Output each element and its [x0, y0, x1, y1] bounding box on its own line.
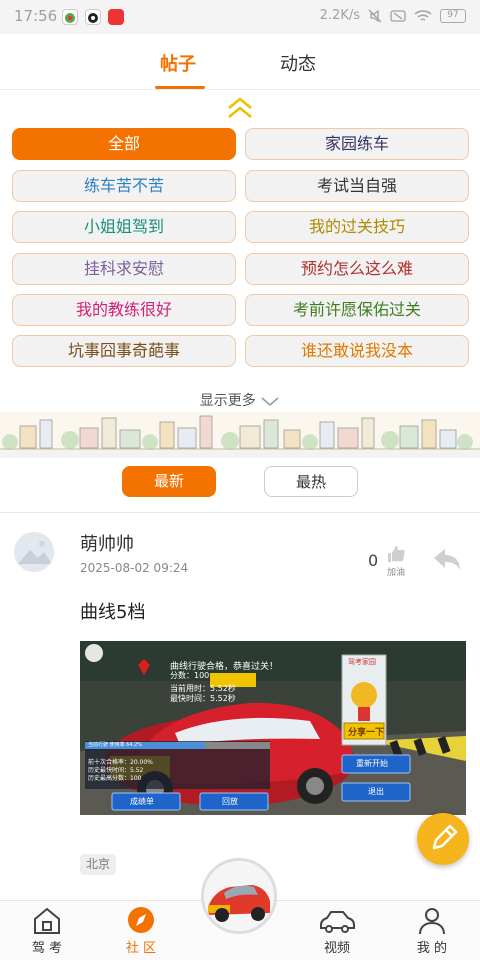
restart-button: 重新开始: [356, 759, 388, 768]
tab-posts[interactable]: 帖子: [160, 50, 196, 76]
category-wishes[interactable]: 考前许愿保佑过关: [245, 294, 469, 326]
post-title: 曲线5档: [80, 602, 146, 623]
report-button: 成绩单: [130, 797, 154, 806]
car-icon: [320, 911, 355, 933]
show-more-label: 显示更多: [199, 393, 256, 409]
mute-icon: [368, 9, 382, 22]
top-tab-bar: 帖子 动态: [0, 34, 480, 90]
app-notification-icon: [62, 9, 78, 25]
nav-label: 驾 考: [31, 941, 63, 956]
category-practice[interactable]: 家园练车: [245, 128, 469, 160]
app-notification-icon: [108, 9, 124, 25]
show-more-button[interactable]: 显示更多: [0, 390, 480, 410]
category-booking[interactable]: 预约怎么这么难: [245, 253, 469, 285]
status-right: 2.2K/s 97: [320, 8, 466, 23]
nav-label: 我 的: [416, 941, 448, 956]
nav-item-community[interactable]: 社 区: [111, 905, 171, 956]
like-label: 加油: [387, 568, 406, 578]
exit-button: 退出: [368, 787, 384, 796]
nav-item-profile[interactable]: 我 的: [402, 905, 462, 956]
tab-moments[interactable]: 动态: [280, 50, 316, 76]
category-exam[interactable]: 考试当自强: [245, 170, 469, 202]
category-coach[interactable]: 我的教练很好: [12, 294, 236, 326]
person-icon: [419, 908, 445, 935]
avatar[interactable]: [14, 532, 54, 572]
compose-button[interactable]: [417, 813, 469, 865]
divider: [0, 512, 480, 513]
sort-hottest-button[interactable]: 最热: [264, 466, 358, 497]
town-illustration: [0, 412, 480, 452]
post-date: 2025-08-02 09:24: [80, 561, 189, 575]
section-divider: [0, 450, 480, 458]
category-all[interactable]: 全部: [12, 128, 236, 160]
compass-icon: [128, 907, 154, 933]
category-failed[interactable]: 挂科求安慰: [12, 253, 236, 285]
battery-indicator: 97: [440, 8, 466, 23]
sim-icon: [390, 9, 406, 22]
badge-title: 驾考家园: [348, 658, 376, 666]
status-bar: 17:56 2.2K/s 97: [0, 0, 480, 34]
center-car-button[interactable]: [201, 858, 277, 934]
stat-best-score: 历史最高分数：100: [88, 775, 142, 782]
replay-button: 回放: [222, 797, 238, 806]
post-image[interactable]: 曲线行驶合格，恭喜过关！ 分数：100 当前用时：5.52秒 最快时间：5.52…: [80, 641, 466, 815]
share-icon[interactable]: [432, 546, 462, 572]
share-button: 分享一下: [348, 728, 385, 738]
category-hard-practice[interactable]: 练车苦不苦: [12, 170, 236, 202]
category-tips[interactable]: 我的过关技巧: [245, 211, 469, 243]
result-score: 分数：100: [170, 671, 210, 680]
network-speed: 2.2K/s: [319, 8, 360, 23]
sort-latest-button[interactable]: 最新: [122, 466, 216, 497]
like-count: 0: [368, 551, 379, 570]
nav-item-video[interactable]: 视频: [307, 905, 367, 956]
collapse-chevron-icon[interactable]: [224, 96, 256, 120]
progress-label: 当前行驶 使用率 64.2%: [88, 742, 143, 748]
nav-label: 视频: [323, 941, 350, 956]
home-icon: [34, 907, 60, 934]
category-license[interactable]: 谁还敢说我没本: [245, 335, 469, 367]
nav-label: 社 区: [125, 941, 157, 956]
location-tag: 北京: [80, 854, 117, 875]
category-lady-drivers[interactable]: 小姐姐驾到: [12, 211, 236, 243]
car-photo-icon: [204, 861, 274, 931]
wifi-icon: [414, 9, 432, 21]
chevron-down-icon: [261, 397, 279, 406]
pencil-icon: [432, 824, 458, 850]
active-tab-indicator: [155, 86, 205, 89]
community-screen: 17:56 2.2K/s 97 帖子 动态 全部 家园练车 练车苦不苦 考试当自…: [0, 0, 480, 960]
app-notification-icon: [85, 9, 101, 25]
result-best-time: 最快时间：5.52秒: [170, 694, 236, 703]
nav-item-exam[interactable]: 驾 考: [17, 905, 77, 956]
thumbs-up-icon[interactable]: [386, 544, 406, 564]
post-author[interactable]: 萌帅帅: [80, 530, 134, 556]
category-funny[interactable]: 坑事囧事奇葩事: [12, 335, 236, 367]
status-time: 17:56: [14, 7, 58, 25]
